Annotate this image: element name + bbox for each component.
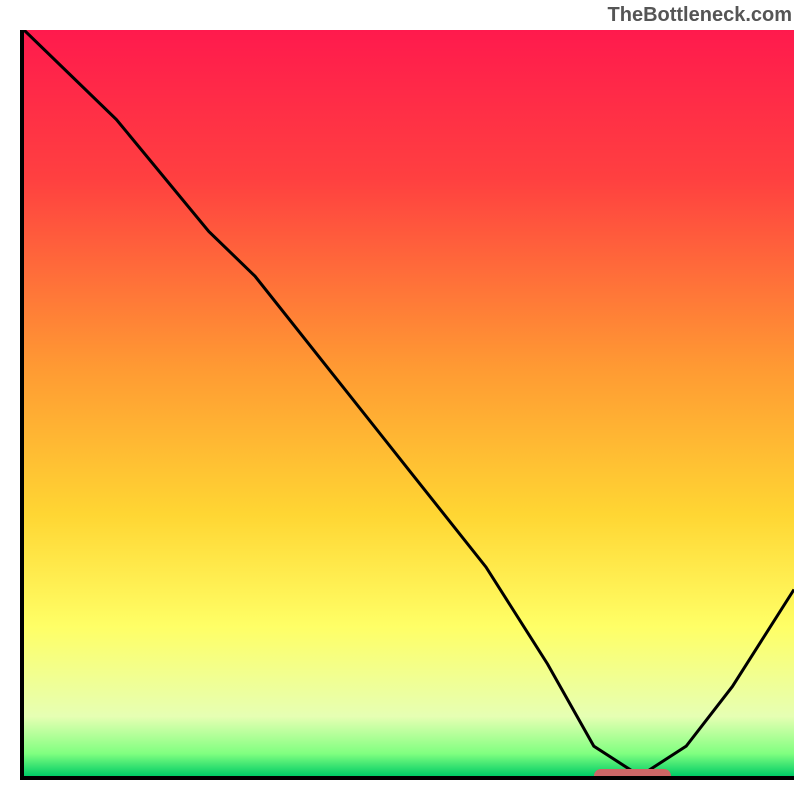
chart-container: TheBottleneck.com [0,0,800,800]
bottleneck-curve [24,30,794,776]
plot-area [20,30,794,780]
watermark-text: TheBottleneck.com [608,4,792,27]
curve-path [24,30,794,776]
optimal-range-marker [594,769,671,780]
